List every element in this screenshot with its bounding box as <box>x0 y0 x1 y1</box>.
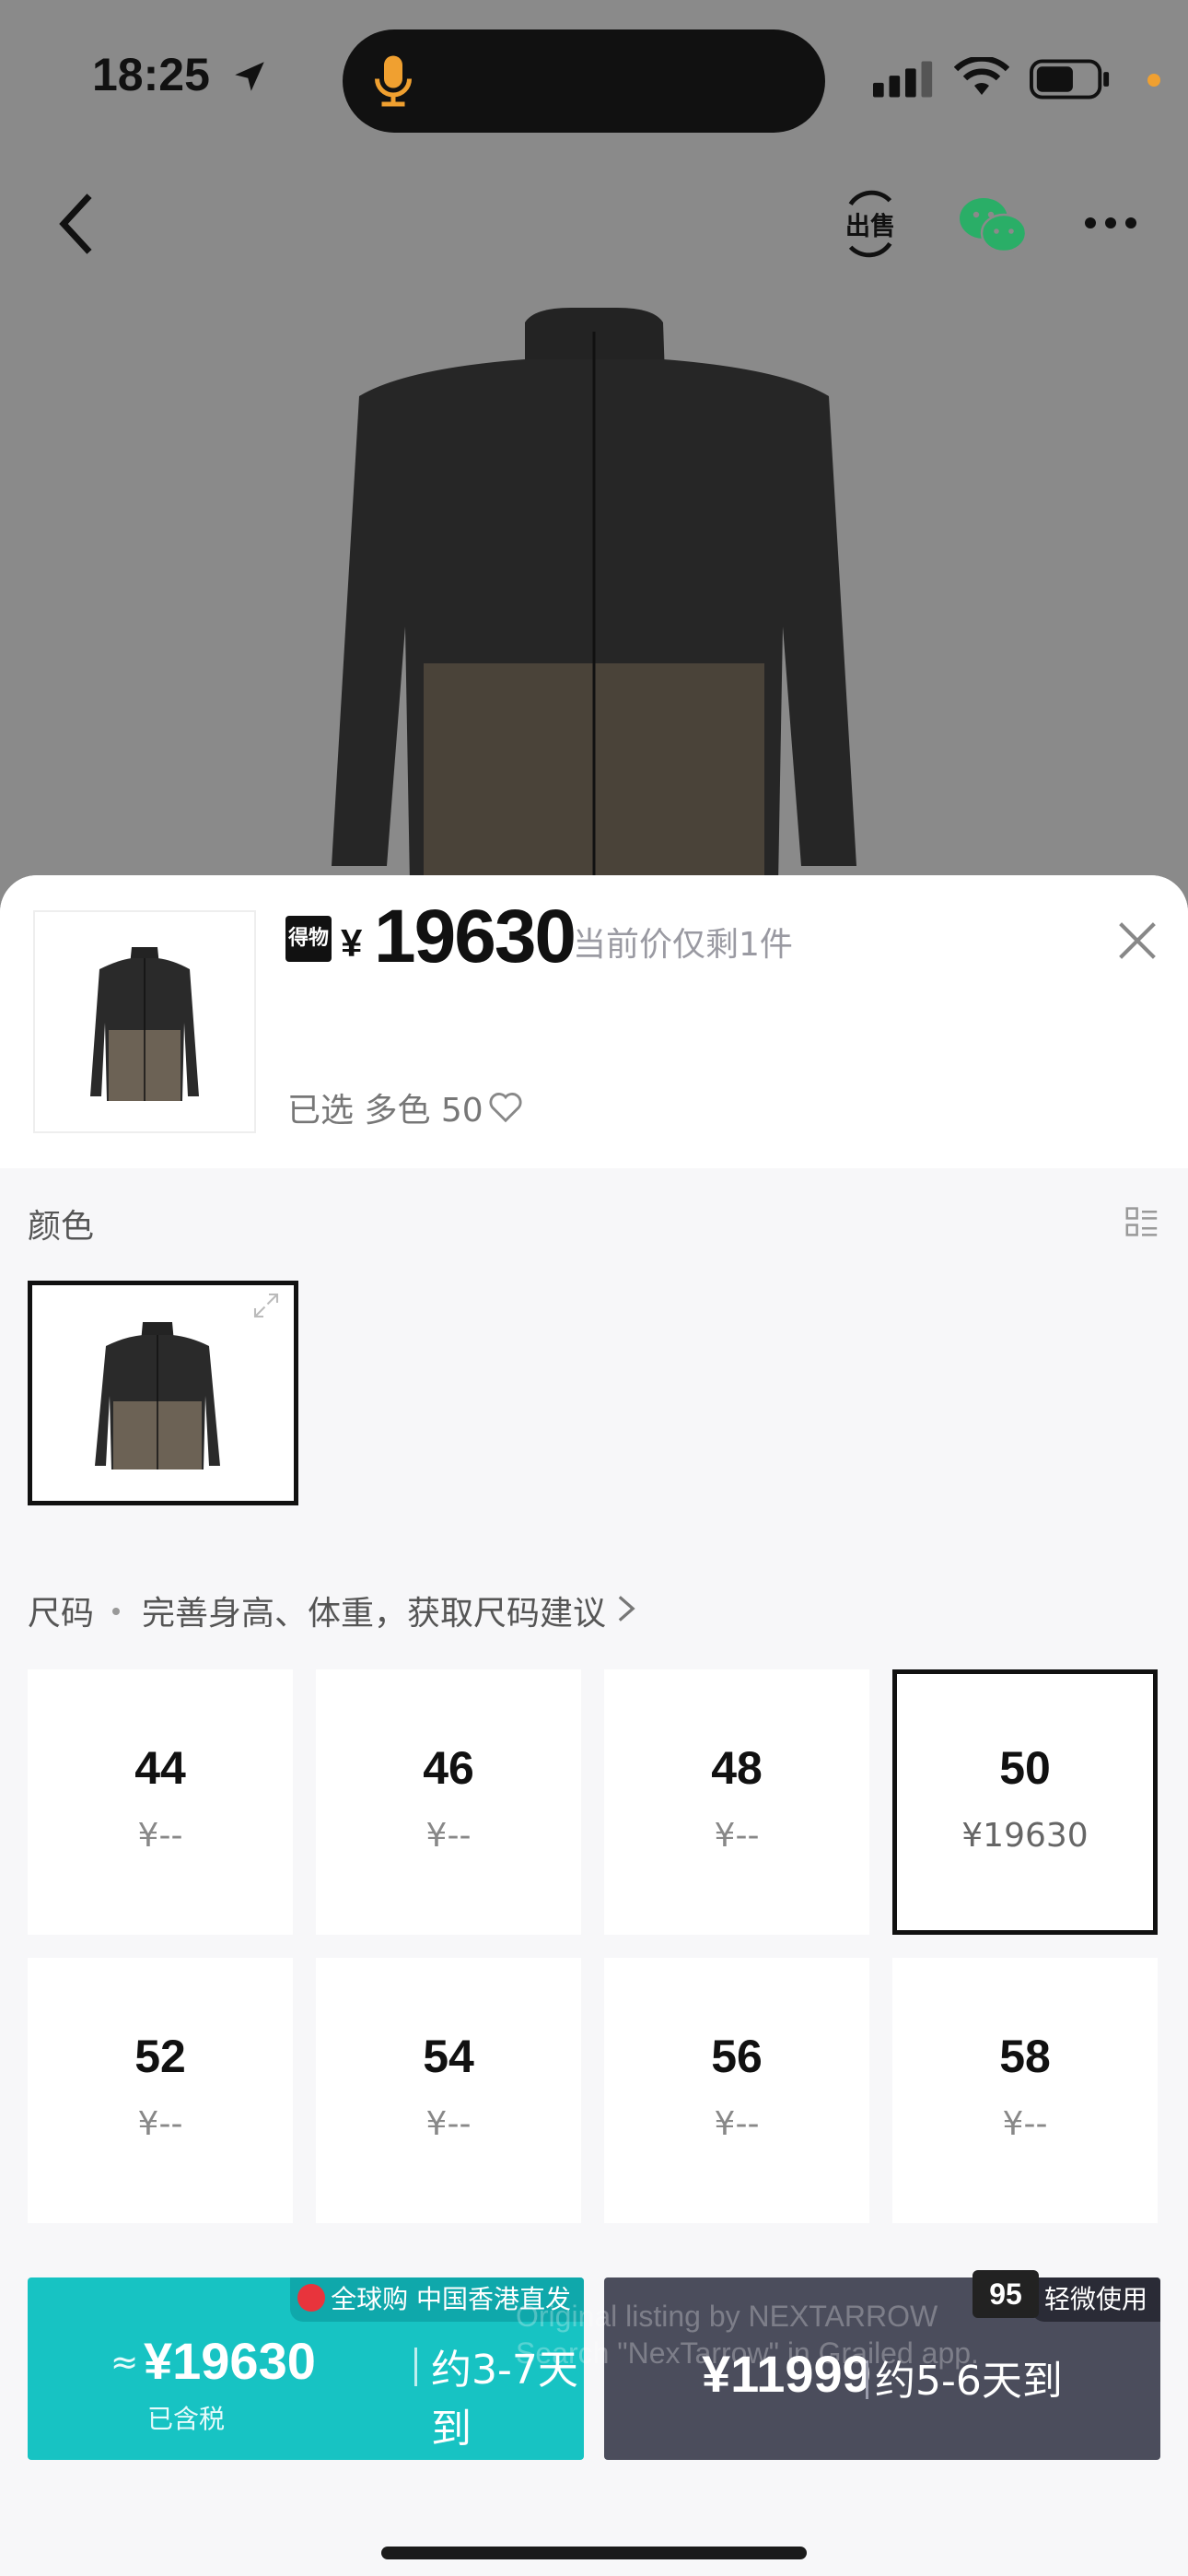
size-value: 52 <box>134 2031 186 2082</box>
buy-new-button[interactable]: 全球购 中国香港直发 ≈ ¥19630 约3-7天到 已含税 <box>28 2277 584 2460</box>
size-price: ¥-- <box>425 2105 472 2143</box>
chevron-right-icon[interactable] <box>615 1592 637 1625</box>
color-section-label: 颜色 <box>28 1208 95 1246</box>
size-value: 50 <box>999 1742 1051 1794</box>
dewu-logo: 得物 <box>285 916 332 962</box>
hong-kong-flag-icon <box>297 2284 326 2312</box>
more-options-icon[interactable] <box>1083 214 1138 232</box>
size-option-46[interactable]: 46 ¥-- <box>316 1669 581 1935</box>
price-currency: ¥ <box>341 921 363 965</box>
home-indicator[interactable] <box>381 2547 807 2559</box>
product-thumbnail <box>33 910 256 1133</box>
size-option-52[interactable]: 52 ¥-- <box>28 1958 293 2223</box>
thumbnail-jacket-image <box>90 947 199 1101</box>
wechat-share-icon[interactable] <box>958 195 1028 256</box>
size-option-50-selected[interactable]: 50 ¥19630 <box>892 1669 1158 1935</box>
color-option-jacket-image <box>95 1322 220 1469</box>
watermark-line-1: Original listing by NEXTARROW <box>516 2300 938 2333</box>
selected-summary: 已选 多色 50 <box>287 1092 483 1130</box>
size-value: 46 <box>423 1742 474 1794</box>
watermark: Original listing by NEXTARROW Search "Ne… <box>516 2298 979 2371</box>
price-note: 当前价仅剩1件 <box>573 926 793 964</box>
battery-icon <box>1030 59 1110 100</box>
approx-symbol: ≈ <box>111 2344 139 2382</box>
size-value: 56 <box>711 2031 763 2082</box>
sell-icon[interactable]: 出售 <box>840 190 901 258</box>
divider <box>414 2348 417 2386</box>
buy-new-price: ¥19630 <box>144 2332 316 2390</box>
condition-tag: 轻微使用 <box>1031 2277 1160 2322</box>
location-arrow-icon <box>235 62 264 91</box>
product-hero-image <box>332 308 856 884</box>
product-price: 19630 <box>374 895 577 978</box>
size-option-58[interactable]: 58 ¥-- <box>892 1958 1158 2223</box>
size-option-54[interactable]: 54 ¥-- <box>316 1958 581 2223</box>
size-price: ¥-- <box>137 1817 183 1855</box>
size-price: ¥19630 <box>961 1817 1089 1855</box>
svg-text:出售: 出售 <box>845 212 895 241</box>
size-price: ¥-- <box>425 1817 472 1855</box>
privacy-indicator-dot <box>1147 74 1160 87</box>
cellular-signal-icon <box>873 61 933 98</box>
size-recommendation-link[interactable]: 完善身高、体重，获取尺码建议 <box>142 1587 606 1634</box>
size-option-44[interactable]: 44 ¥-- <box>28 1669 293 1935</box>
size-section-label: 尺码 <box>28 1595 95 1633</box>
size-price: ¥-- <box>714 1817 760 1855</box>
size-price: ¥-- <box>714 2105 760 2143</box>
size-price: ¥-- <box>137 2105 183 2143</box>
condition-badge: 95 <box>973 2270 1039 2318</box>
favorite-heart-icon[interactable] <box>488 1091 523 1124</box>
wifi-icon <box>954 57 1009 95</box>
size-value: 54 <box>423 2031 474 2082</box>
sku-selection-sheet: 得物 ¥ 19630 当前价仅剩1件 已选 多色 50 颜色 尺码 完善身高、体… <box>0 875 1188 2576</box>
expand-icon[interactable] <box>252 1292 280 1319</box>
microphone-icon <box>375 55 412 107</box>
tax-included-note: 已含税 <box>147 2404 226 2434</box>
status-time: 18:25 <box>92 49 210 100</box>
back-icon[interactable] <box>53 192 99 256</box>
size-price: ¥-- <box>1002 2105 1048 2143</box>
watermark-line-2: Search "NexTarrow" in Grailed app. <box>516 2336 979 2370</box>
size-value: 44 <box>134 1742 186 1794</box>
close-icon[interactable] <box>1116 919 1159 962</box>
size-option-56[interactable]: 56 ¥-- <box>604 1958 869 2223</box>
size-value: 48 <box>711 1742 763 1794</box>
size-option-48[interactable]: 48 ¥-- <box>604 1669 869 1935</box>
size-value: 58 <box>999 2031 1051 2082</box>
separator-dot <box>112 1608 120 1615</box>
list-view-icon[interactable] <box>1125 1205 1159 1238</box>
